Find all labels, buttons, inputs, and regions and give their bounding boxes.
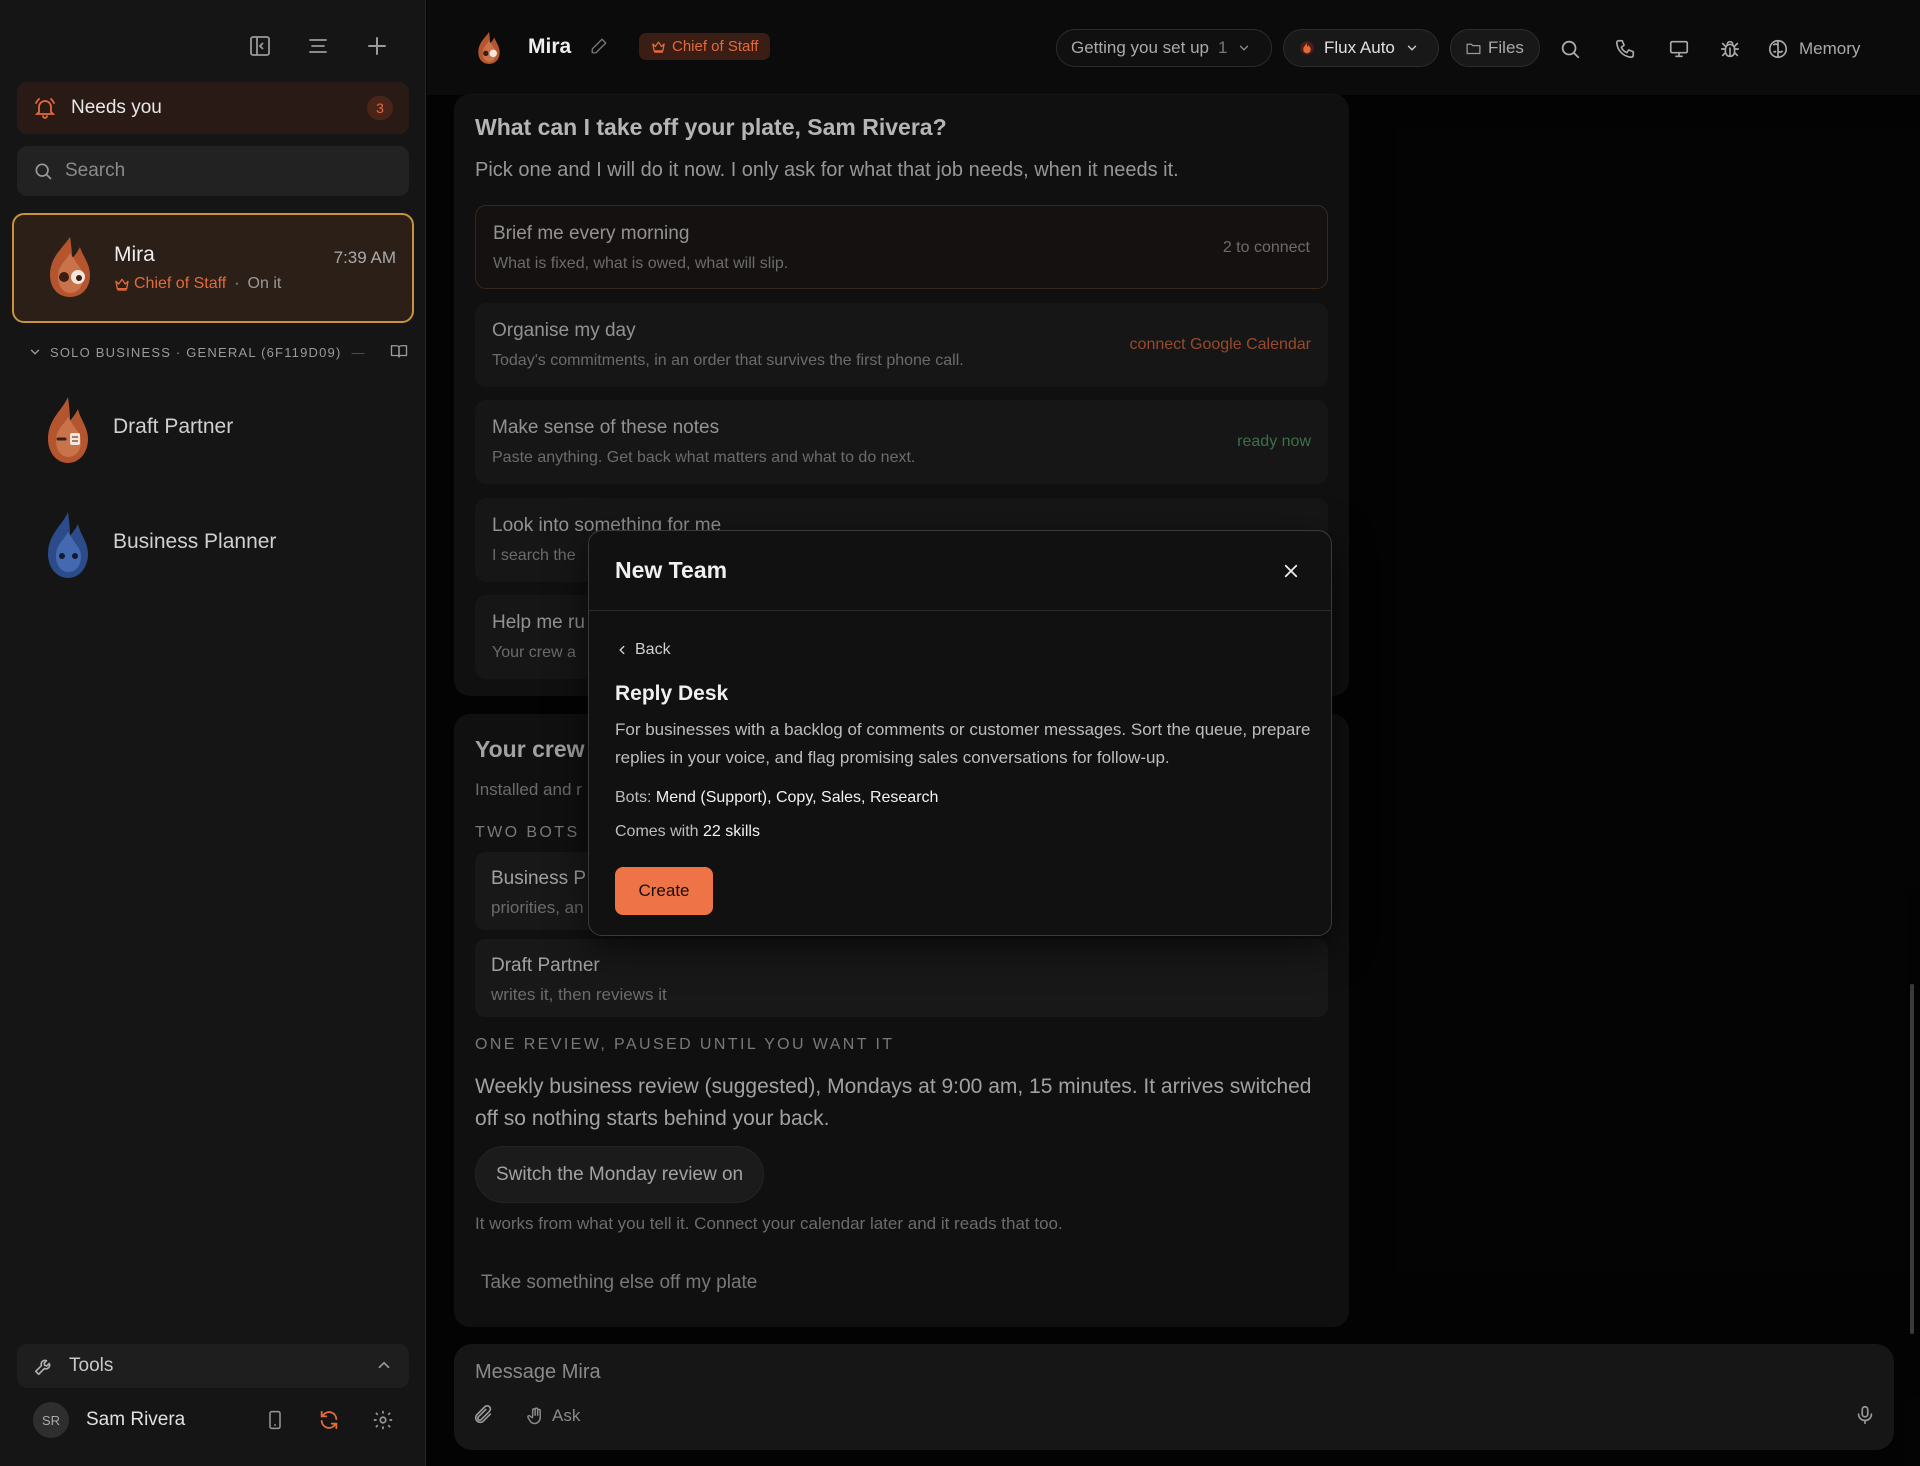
user-name: Sam Rivera: [86, 1409, 186, 1430]
user-row: SR Sam Rivera: [17, 1398, 409, 1442]
brain-icon: [1768, 39, 1788, 59]
chevron-left-icon: [619, 645, 625, 655]
memory-label: Memory: [1799, 39, 1861, 58]
message-composer: Ask: [454, 1344, 1894, 1450]
needs-you-count-badge: 3: [367, 96, 393, 120]
bell-icon: [34, 98, 56, 119]
tools-toggle[interactable]: Tools: [17, 1344, 409, 1388]
agent-status: On it: [247, 275, 282, 292]
new-team-modal: New Team Back Reply Desk For businesses …: [588, 530, 1332, 936]
skills-prefix: Comes with: [615, 823, 699, 840]
agent-role: Chief of Staff: [134, 275, 227, 292]
model-label: Flux Auto: [1324, 38, 1395, 57]
agent-item-business-planner[interactable]: Business Planner: [12, 500, 414, 590]
agent-time: 7:39 AM: [333, 248, 396, 267]
search-icon: [35, 163, 52, 180]
modal-header: New Team: [589, 531, 1331, 611]
ask-label: Ask: [552, 1406, 581, 1425]
mobile-icon[interactable]: [259, 1404, 291, 1436]
agent-item-draft-partner[interactable]: Draft Partner: [12, 385, 414, 475]
agent-subtitle: Chief of Staff · On it: [114, 275, 281, 293]
flux-logo-icon: [1300, 41, 1314, 55]
needs-you-label: Needs you: [71, 97, 162, 118]
chevron-down-icon: [1240, 45, 1249, 51]
crown-icon: [652, 41, 665, 53]
role-badge-label: Chief of Staff: [672, 38, 759, 55]
mira-avatar-small: [473, 29, 505, 67]
tools-label: Tools: [69, 1355, 114, 1376]
ask-mode-button[interactable]: Ask: [526, 1406, 580, 1426]
memory-button[interactable]: Memory: [1767, 31, 1877, 67]
header-agent-name: Mira: [528, 35, 572, 58]
back-button[interactable]: Back: [615, 641, 671, 659]
agent-item-mira[interactable]: Mira 7:39 AM Chief of Staff · On it: [12, 213, 414, 323]
wrench-icon: [34, 1359, 51, 1376]
files-button[interactable]: Files: [1450, 29, 1540, 67]
sync-icon[interactable]: [313, 1404, 345, 1436]
business-planner-avatar: [38, 510, 98, 578]
setup-count: 1: [1217, 38, 1228, 57]
model-selector[interactable]: Flux Auto: [1283, 29, 1439, 67]
message-input[interactable]: [475, 1361, 1775, 1384]
folder-icon: [1466, 43, 1481, 54]
bots-value: Mend (Support), Copy, Sales, Research: [655, 789, 939, 806]
bots-label: Bots:: [615, 789, 652, 806]
draft-partner-avatar: [38, 395, 98, 463]
search-input[interactable]: [65, 160, 385, 182]
section-dash: —: [351, 344, 366, 360]
plus-icon[interactable]: [360, 29, 394, 63]
sidebar-toggle-icon[interactable]: [243, 29, 277, 63]
close-icon[interactable]: [1277, 557, 1305, 585]
user-avatar[interactable]: SR: [33, 1402, 69, 1438]
chevron-up-icon: [375, 1356, 393, 1374]
sidebar: Needs you 3 Mira 7:39 AM Chief of Staff …: [0, 0, 426, 1466]
template-skills: Comes with 22 skills: [615, 823, 760, 841]
needs-you-item[interactable]: Needs you 3: [17, 82, 409, 134]
setup-progress-button[interactable]: Getting you set up 1: [1056, 29, 1272, 67]
pencil-icon[interactable]: [590, 37, 608, 55]
search-icon[interactable]: [1552, 31, 1588, 67]
sidebar-top-icons: [0, 29, 426, 63]
paperclip-icon[interactable]: [472, 1404, 494, 1426]
mira-avatar: [40, 235, 100, 299]
monitor-icon[interactable]: [1661, 31, 1697, 67]
agent-separator: ·: [234, 275, 240, 292]
gear-icon[interactable]: [367, 1404, 399, 1436]
book-icon[interactable]: [390, 342, 408, 360]
bug-icon[interactable]: [1712, 31, 1748, 67]
agent-name: Mira: [114, 243, 155, 266]
chevron-down-icon: [1407, 45, 1417, 51]
phone-icon[interactable]: [1607, 31, 1643, 67]
template-bots: Bots: Mend (Support), Copy, Sales, Resea…: [615, 789, 938, 807]
crown-icon: [115, 278, 129, 291]
agent-name: Draft Partner: [113, 415, 234, 438]
scrollbar[interactable]: [1910, 984, 1914, 1334]
back-label: Back: [635, 641, 671, 658]
search-box: [17, 146, 409, 196]
chevron-down-icon: [30, 349, 40, 355]
workspace-section-label: SOLO BUSINESS · GENERAL (6F119D09): [50, 344, 342, 360]
microphone-icon[interactable]: [1854, 1404, 1876, 1426]
template-title: Reply Desk: [615, 682, 729, 705]
menu-icon[interactable]: [301, 29, 335, 63]
skills-value: 22 skills: [703, 823, 760, 840]
create-button[interactable]: Create: [615, 867, 713, 915]
chat-header: Mira Chief of Staff Getting you set up 1…: [427, 0, 1920, 95]
setup-label: Getting you set up: [1071, 38, 1209, 57]
template-description: For businesses with a backlog of comment…: [615, 720, 1311, 767]
agent-name: Business Planner: [113, 530, 277, 553]
hand-icon: [527, 1407, 541, 1425]
workspace-section[interactable]: SOLO BUSINESS · GENERAL (6F119D09) —: [28, 342, 408, 362]
modal-title: New Team: [615, 557, 728, 583]
files-label: Files: [1488, 38, 1524, 57]
role-badge: Chief of Staff: [639, 33, 771, 60]
